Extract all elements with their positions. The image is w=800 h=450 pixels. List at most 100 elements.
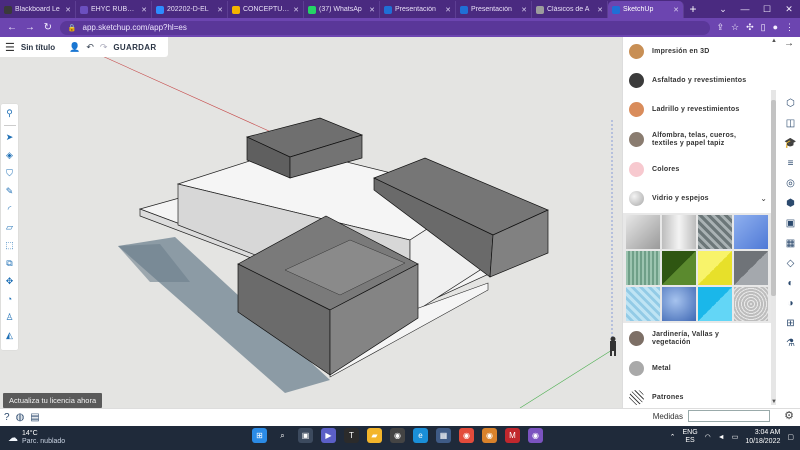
shadows-icon[interactable]: ◐ [784,277,798,291]
browser-tab[interactable]: Blackboard Le ✕ [0,1,76,18]
tab-close-icon[interactable]: ✕ [293,6,299,14]
undo-icon[interactable]: ↶ [86,42,94,53]
scroll-up-icon[interactable]: ▲ [771,38,777,44]
new-tab-button[interactable]: + [684,1,702,18]
rectangle-icon[interactable]: ▱ [4,221,16,234]
browser-tab-active[interactable]: SketchUp ✕ [608,1,684,18]
material-category[interactable]: Ladrillo y revestimientos [623,95,781,124]
material-tile[interactable] [662,287,696,321]
offset-icon[interactable]: ⧉ [4,257,16,270]
tray-chevron-icon[interactable]: ⌃ [670,433,676,441]
outliner-icon[interactable]: ≡ [784,157,798,171]
sidebar-icon[interactable]: ▯ [761,22,766,33]
wifi-icon[interactable]: ◠ [705,433,711,441]
scroll-down-icon[interactable]: ▼ [771,399,777,405]
material-tile[interactable] [734,215,768,249]
document-title[interactable]: Sin título [21,43,55,52]
chrome-icon[interactable]: ◉ [459,428,474,443]
material-tile[interactable] [698,287,732,321]
material-tile[interactable] [626,287,660,321]
browser-tab[interactable]: EHYC RÚBRIC ✕ [76,1,152,18]
section-plane-icon[interactable]: ◭ [4,329,16,342]
material-category[interactable]: Metal [623,354,781,383]
teams-icon[interactable]: ▶ [321,428,336,443]
browser-tab[interactable]: Presentación ✕ [456,1,532,18]
panel-scrollbar-thumb[interactable] [771,100,776,296]
arc-icon[interactable]: ◜ [4,203,16,216]
material-tile[interactable] [734,287,768,321]
edge-icon[interactable]: e [413,428,428,443]
tab-close-icon[interactable]: ✕ [597,6,603,14]
material-category-expanded[interactable]: Vidrio y espejos ⌄ [623,184,781,213]
material-category[interactable]: Colores [623,155,781,184]
materials-icon[interactable]: ⬢ [784,197,798,211]
maximize-icon[interactable]: ☐ [756,4,778,15]
menu-icon[interactable]: ☰ [5,41,15,54]
push-pull-icon[interactable]: ⬚ [4,239,16,252]
back-icon[interactable]: ← [6,22,18,33]
material-category[interactable]: Impresión en 3D [623,37,781,66]
entity-info-icon[interactable]: ⬡ [784,97,798,111]
walk-icon[interactable]: ♙ [4,311,16,324]
browser-tab[interactable]: Clásicos de A ✕ [532,1,608,18]
save-button[interactable]: GUARDAR [113,43,156,52]
weather-widget[interactable]: ☁ 14°C Parc. nublado [0,430,110,446]
scenes-icon[interactable]: ▦ [784,237,798,251]
solid-inspector-icon[interactable]: ⊞ [784,317,798,331]
material-tile[interactable] [662,251,696,285]
search-tools-icon[interactable]: ⚲ [4,107,16,120]
mcafee-icon[interactable]: M [505,428,520,443]
tab-close-icon[interactable]: ✕ [217,6,223,14]
close-window-icon[interactable]: ✕ [778,4,800,15]
instructor-icon[interactable]: 🎓 [784,137,798,151]
storage-icon[interactable]: ▤ [30,412,39,423]
tab-close-icon[interactable]: ✕ [369,6,375,14]
start-windows-icon[interactable]: ⊞ [252,428,267,443]
settings-gear-icon[interactable]: ⚙ [784,409,794,422]
material-category[interactable]: Asfaltado y revestimientos [623,66,781,95]
eraser-icon[interactable]: ◈ [4,149,16,162]
material-tile[interactable] [662,215,696,249]
material-category[interactable]: Alfombra, telas, cueros, textiles y pape… [623,124,781,155]
tab-close-icon[interactable]: ✕ [673,6,679,14]
redo-icon[interactable]: ↷ [100,42,108,53]
store-icon[interactable]: ▦ [436,428,451,443]
styles-icon[interactable]: ▣ [784,217,798,231]
tab-close-icon[interactable]: ✕ [445,6,451,14]
components-icon[interactable]: ◫ [784,117,798,131]
help-icon[interactable]: ? [4,412,10,423]
tab-search-icon[interactable]: ⌄ [712,4,734,15]
select-arrow-icon[interactable]: ➤ [4,131,16,144]
material-tile[interactable] [734,251,768,285]
minimize-icon[interactable]: — [734,4,756,14]
material-tile[interactable] [626,251,660,285]
language-indicator[interactable]: ENG ES [682,429,697,445]
license-banner[interactable]: Actualiza tu licencia ahora [3,393,103,408]
material-category[interactable]: Patrones [623,383,781,408]
notifications-icon[interactable]: ▢ [787,433,794,441]
tab-close-icon[interactable]: ✕ [65,6,71,14]
material-tile[interactable] [698,251,732,285]
browser-tab[interactable]: 202202-D-EL ✕ [152,1,228,18]
material-category[interactable]: Jardinería, Vallas y vegetación [623,323,781,354]
user-icon[interactable]: 👤 [69,42,80,53]
measurements-input[interactable] [688,410,770,422]
model-viewport[interactable] [0,37,622,408]
address-bar[interactable]: 🔒 app.sketchup.com/app?hl=es [59,20,711,35]
forward-icon[interactable]: → [24,22,36,33]
profile-avatar-icon[interactable]: ● [773,22,778,33]
tab-close-icon[interactable]: ✕ [141,6,147,14]
share-icon[interactable]: ⇪ [716,22,724,33]
extensions-icon[interactable]: ✣ [746,22,754,33]
terminal-icon[interactable]: T [344,428,359,443]
material-tile[interactable] [698,215,732,249]
display-icon[interactable]: ◇ [784,257,798,271]
browser-tab[interactable]: Presentación ✕ [380,1,456,18]
chrome-profile-icon[interactable]: ◉ [482,428,497,443]
chrome-active-icon[interactable]: ◉ [528,428,543,443]
move-icon[interactable]: ✥ [4,275,16,288]
task-view-icon[interactable]: ▣ [298,428,313,443]
chevron-down-icon[interactable]: ⌄ [760,194,767,203]
clock[interactable]: 3:04 AM 10/18/2022 [745,428,780,446]
reload-icon[interactable]: ↻ [42,22,54,33]
